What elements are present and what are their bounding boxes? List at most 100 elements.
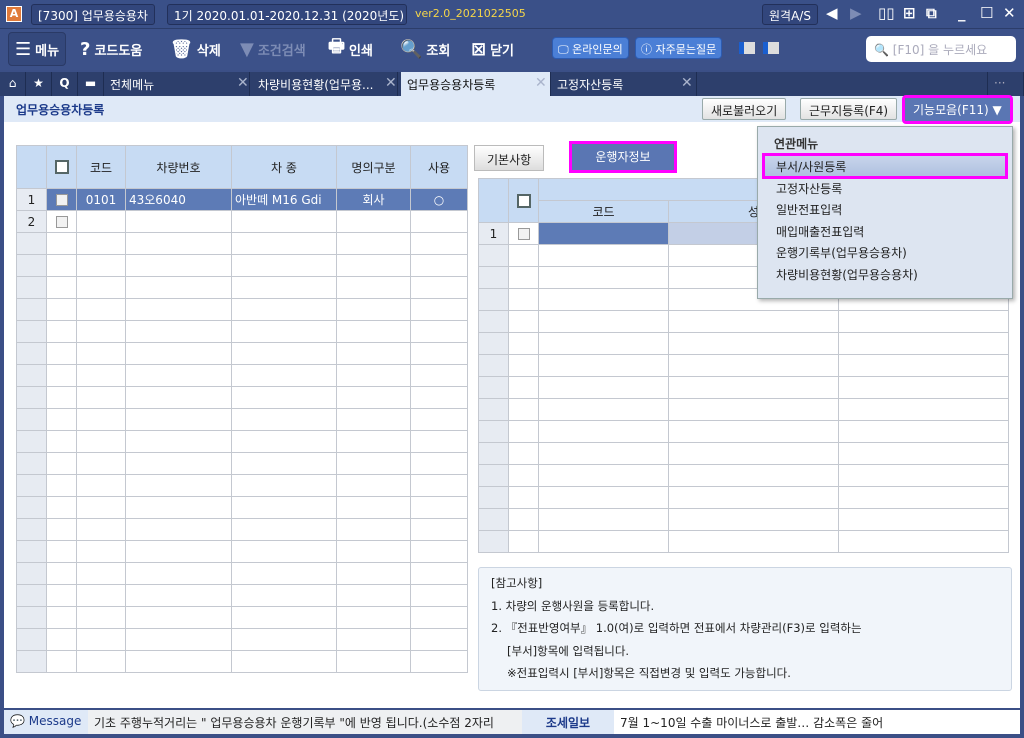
delete-button[interactable]: 🗑 삭제 xyxy=(170,36,221,62)
close-button[interactable]: ⊠ 닫기 xyxy=(471,36,514,62)
menu-item-sales-purchase-voucher[interactable]: 매입매출전표입력 xyxy=(764,220,1006,242)
news-source[interactable]: 조세일보 xyxy=(522,710,614,734)
reload-button[interactable]: 새로불러오기 xyxy=(702,98,787,120)
table-row[interactable] xyxy=(16,298,468,321)
grid-icon[interactable]: ⊞ xyxy=(903,4,916,22)
back-arrow-icon[interactable]: ◀ xyxy=(826,4,838,22)
select-all-checkbox[interactable] xyxy=(46,145,77,189)
quick-search-icon[interactable]: Q xyxy=(52,72,78,96)
cell-code[interactable] xyxy=(538,222,669,245)
menu-item-vehicle-cost[interactable]: 차량비용현황(업무용승용차) xyxy=(764,263,1006,285)
menu-item-fixed-assets[interactable]: 고정자산등록 xyxy=(764,177,1006,199)
table-row[interactable] xyxy=(478,310,1009,333)
table-row[interactable] xyxy=(16,474,468,497)
menu-search-input[interactable]: 🔍 [F10] 을 누르세요 xyxy=(866,36,1016,62)
menu-button[interactable]: ☰ 메뉴 xyxy=(8,32,67,66)
tab-label: 차량비용현황(업무용... xyxy=(258,78,374,92)
table-row[interactable] xyxy=(478,398,1009,421)
layout-icon[interactable] xyxy=(739,42,755,54)
forward-arrow-icon[interactable]: ▶ xyxy=(850,4,862,22)
close-label: 닫기 xyxy=(490,43,515,59)
table-row[interactable] xyxy=(478,376,1009,399)
filter-icon: ▼ xyxy=(240,38,254,60)
row-checkbox[interactable] xyxy=(508,222,539,245)
table-row[interactable] xyxy=(16,540,468,563)
close-tab-icon[interactable]: ✕ xyxy=(535,75,547,91)
table-row[interactable] xyxy=(16,496,468,519)
table-row[interactable] xyxy=(16,430,468,453)
cell-use[interactable]: ○ xyxy=(410,188,468,211)
table-row[interactable] xyxy=(478,486,1009,509)
table-row[interactable] xyxy=(478,530,1009,553)
close-tab-icon[interactable]: ✕ xyxy=(385,75,397,91)
table-row[interactable] xyxy=(16,452,468,475)
calendar-icon[interactable]: ▬ xyxy=(78,72,104,96)
print-button[interactable]: 🖶 인쇄 xyxy=(328,36,373,62)
table-row[interactable] xyxy=(16,254,468,277)
code-help-button[interactable]: ? 코드도움 xyxy=(80,36,142,62)
table-row[interactable] xyxy=(478,332,1009,355)
row-checkbox[interactable] xyxy=(46,188,77,211)
cell-owner[interactable]: 회사 xyxy=(336,188,411,211)
book-icon[interactable]: ▯▯ xyxy=(878,4,895,22)
close-tab-icon[interactable]: ✕ xyxy=(681,75,693,91)
table-row[interactable] xyxy=(478,508,1009,531)
table-row[interactable] xyxy=(16,276,468,299)
menu-item-general-voucher[interactable]: 일반전표입력 xyxy=(764,198,1006,220)
close-tab-icon[interactable]: ✕ xyxy=(237,75,249,91)
tab-business-vehicle[interactable]: 업무용승용차등록 xyxy=(401,72,551,96)
tab-basic-info[interactable]: 기본사항 xyxy=(474,145,545,171)
table-row[interactable] xyxy=(16,518,468,541)
star-icon[interactable]: ★ xyxy=(26,72,52,96)
table-row[interactable] xyxy=(16,628,468,651)
tab-fixed-assets[interactable]: 고정자산등록 xyxy=(551,72,697,96)
news-ticker[interactable]: 7월 1~10일 수출 마이너스로 출발… 감소폭은 줄어 xyxy=(614,710,1020,734)
row-checkbox[interactable] xyxy=(46,210,77,233)
table-row[interactable] xyxy=(478,420,1009,443)
table-row[interactable] xyxy=(16,562,468,585)
table-row[interactable] xyxy=(16,650,468,673)
period: 1기 2020.01.01-2020.12.31 xyxy=(174,9,339,23)
home-icon[interactable]: ⌂ xyxy=(0,72,26,96)
layout-icon[interactable] xyxy=(763,42,779,54)
table-row[interactable] xyxy=(16,584,468,607)
search-button[interactable]: 🔍 조회 xyxy=(400,36,450,62)
online-inquiry-button[interactable]: 🖵 온라인문의 xyxy=(552,37,629,59)
cell-model[interactable]: 아반떼 M16 Gdi xyxy=(231,188,337,211)
faq-button[interactable]: ⓘ 자주묻는질문 xyxy=(635,37,723,59)
table-row[interactable] xyxy=(16,342,468,365)
cell-code[interactable]: 0101 xyxy=(76,188,126,211)
table-row[interactable] xyxy=(478,442,1009,465)
tab-vehicle-cost[interactable]: 차량비용현황(업무용... xyxy=(252,72,398,96)
filter-button[interactable]: ▼ 조건검색 xyxy=(240,36,306,62)
status-message: 기초 주행누적거리는 " 업무용승용차 운행기록부 "에 반영 됩니다.(소수점… xyxy=(88,710,522,734)
close-window-icon[interactable]: ✕ xyxy=(1003,4,1016,22)
company-selector[interactable]: [7300] 업무용승용차 xyxy=(31,4,155,25)
menu-item-driving-log[interactable]: 운행기록부(업무용승용차) xyxy=(764,241,1006,263)
workplace-button[interactable]: 근무지등록(F4) xyxy=(800,98,898,120)
select-all-checkbox[interactable] xyxy=(508,178,539,223)
remote-as-button[interactable]: 원격A/S xyxy=(762,4,818,25)
maximize-icon[interactable]: ☐ xyxy=(980,4,993,22)
menu-item-department-employee[interactable]: 부서/사원등록 xyxy=(762,153,1008,179)
more-tabs-icon[interactable]: ··· xyxy=(987,72,1024,96)
tab-all-menu[interactable]: 전체메뉴 xyxy=(104,72,250,96)
question-bubble-icon: ⓘ xyxy=(641,43,652,56)
row-number: 1 xyxy=(16,188,47,211)
table-row[interactable] xyxy=(16,408,468,431)
tab-driver-info[interactable]: 운행자정보 xyxy=(569,141,677,173)
table-row[interactable] xyxy=(16,320,468,343)
period-selector[interactable]: 1기 2020.01.01-2020.12.31 (2020년도) xyxy=(167,4,407,25)
table-row[interactable] xyxy=(16,386,468,409)
table-row[interactable] xyxy=(16,364,468,387)
functions-dropdown-button[interactable]: 기능모음(F11) ▼ xyxy=(902,95,1013,124)
table-row[interactable] xyxy=(478,464,1009,487)
table-row[interactable] xyxy=(16,232,468,255)
table-row[interactable]: 1 0101 43오6040 아반떼 M16 Gdi 회사 ○ xyxy=(16,188,468,211)
cell-plate[interactable]: 43오6040 xyxy=(125,188,232,211)
table-row[interactable] xyxy=(16,606,468,629)
minimize-icon[interactable]: _ xyxy=(958,4,966,22)
cascade-window-icon[interactable]: ⧉ xyxy=(926,4,937,22)
table-row[interactable] xyxy=(478,354,1009,377)
table-row[interactable]: 2 xyxy=(16,210,468,233)
